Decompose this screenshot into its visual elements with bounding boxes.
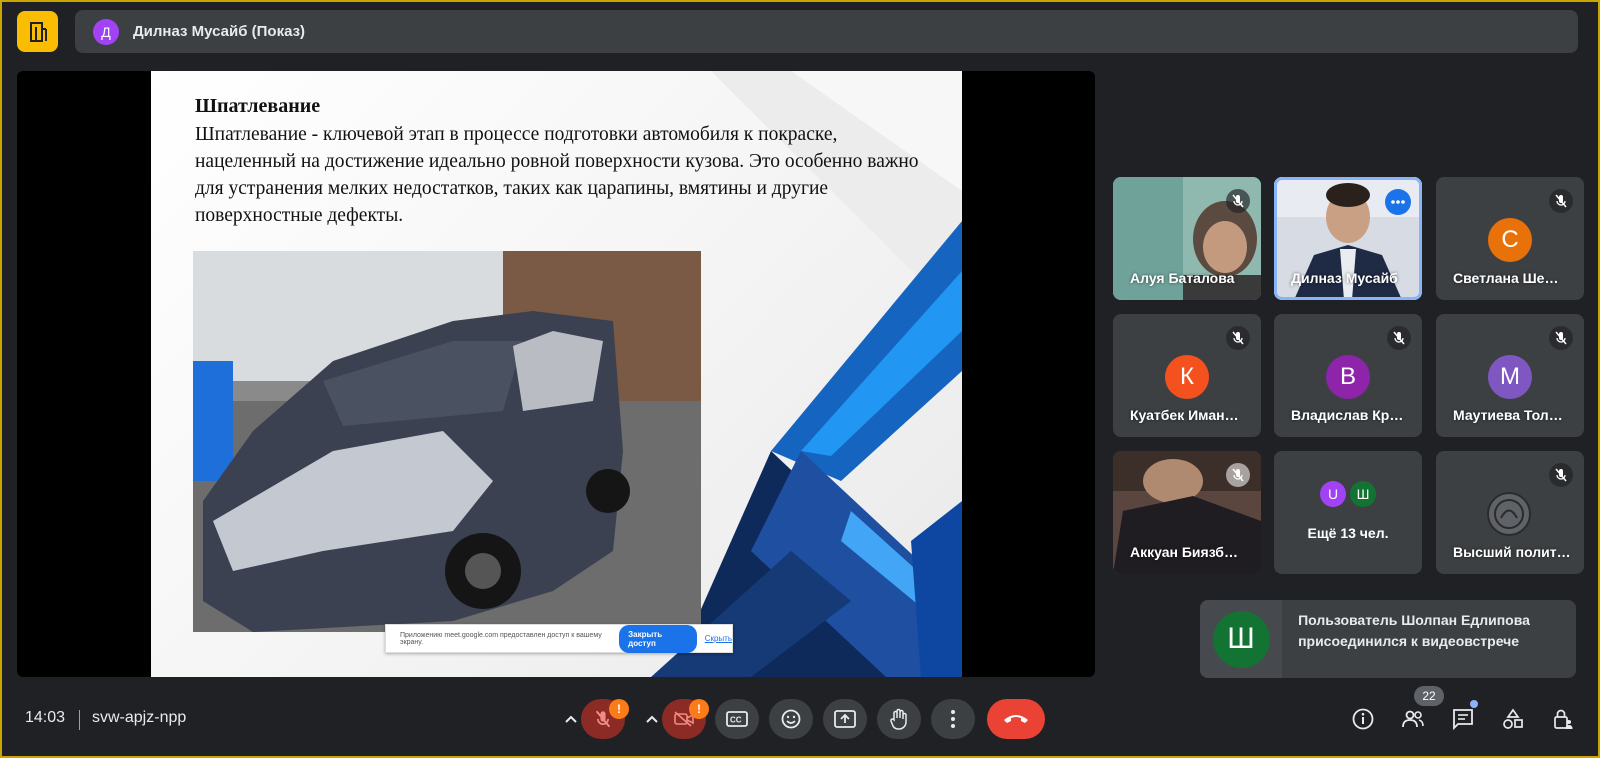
notification-avatar: Ш (1212, 610, 1270, 668)
building-icon (29, 21, 47, 42)
participant-count-badge: 22 (1414, 686, 1444, 706)
presenter-label: Дилназ Мусайб (Показ) (133, 23, 306, 40)
participant-name: Аккуан Биязб… (1130, 544, 1238, 560)
more-participants-avatars: U Ш (1274, 481, 1422, 507)
participant-mini-avatar: Ш (1350, 481, 1376, 507)
more-participants-tile[interactable]: U Ш Ещё 13 чел. (1274, 451, 1422, 574)
presentation-stage: Шпатлевание Шпатлевание - ключевой этап … (17, 71, 1095, 677)
slide-title: Шпатлевание (195, 95, 321, 117)
share-notice-text: Приложению meet.google.com предоставлен … (400, 631, 602, 646)
emoji-icon (781, 709, 801, 729)
mic-off-icon (1549, 326, 1573, 350)
participant-avatar: В (1326, 355, 1370, 399)
chat-icon (1453, 709, 1473, 730)
hide-notice-link[interactable]: Скрыть (705, 634, 732, 643)
more-options-icon[interactable] (1385, 189, 1411, 215)
slide-body: Шпатлевание - ключевой этап в процессе п… (195, 124, 919, 226)
present-screen-button[interactable] (823, 699, 867, 739)
mic-off-icon (1387, 326, 1411, 350)
camera-warning-badge: ! (689, 699, 709, 719)
more-options-button[interactable] (931, 699, 975, 739)
participant-name: Маутиева Тол… (1453, 407, 1563, 423)
closed-captions-icon: CC (726, 711, 748, 727)
participant-tile[interactable]: С Светлана Ше… (1436, 177, 1584, 300)
join-notification: Ш Пользователь Шолпан Едлипова присоедин… (1200, 600, 1576, 678)
people-button[interactable] (1398, 704, 1428, 734)
presenter-avatar: Д (93, 18, 119, 45)
institution-logo-icon (1487, 492, 1531, 536)
chat-notification-dot (1470, 700, 1478, 708)
mic-off-icon (1226, 326, 1250, 350)
participant-name: Куатбек Иман… (1130, 407, 1239, 423)
hand-icon (890, 708, 907, 730)
end-call-icon (1004, 715, 1028, 723)
screen-share-notice: Приложению meet.google.com предоставлен … (385, 624, 733, 653)
more-vert-icon (951, 710, 955, 728)
participant-tile[interactable]: М Маутиева Тол… (1436, 314, 1584, 437)
notification-message: Пользователь Шолпан Едлипова присоединил… (1298, 612, 1530, 649)
meeting-info-button[interactable] (1348, 704, 1378, 734)
participant-avatar: К (1165, 355, 1209, 399)
car-photo (193, 251, 701, 632)
mic-off-icon (1549, 463, 1573, 487)
notification-avatar-panel: Ш (1200, 600, 1283, 678)
chat-button[interactable] (1448, 704, 1478, 734)
more-participants-label: Ещё 13 чел. (1307, 525, 1389, 541)
participant-avatar: С (1488, 218, 1532, 262)
lock-person-icon (1554, 709, 1573, 729)
meeting-code: svw-apjz-npp (92, 709, 187, 726)
participant-name: Владислав Кр… (1291, 407, 1404, 423)
people-icon (1402, 710, 1424, 728)
participant-tile[interactable]: Высший полит… (1436, 451, 1584, 574)
chevron-up-icon (646, 715, 658, 723)
mic-off-icon (1549, 189, 1573, 213)
leave-call-button[interactable] (987, 699, 1045, 739)
activities-button[interactable] (1498, 704, 1528, 734)
participant-name: Светлана Ше… (1453, 270, 1559, 286)
participant-tile[interactable]: Алуя Баталова (1113, 177, 1261, 300)
info-icon (1352, 708, 1374, 730)
stop-sharing-button[interactable]: Закрыть доступ (619, 624, 697, 653)
mic-warning-badge: ! (609, 699, 629, 719)
host-controls-button[interactable] (1548, 704, 1578, 734)
participant-tile[interactable]: В Владислав Кр… (1274, 314, 1422, 437)
participant-mini-avatar: U (1320, 481, 1346, 507)
reactions-button[interactable] (769, 699, 813, 739)
captions-button[interactable]: CC (715, 699, 759, 739)
svg-text:CC: CC (730, 716, 742, 725)
participant-name: Алуя Баталова (1130, 270, 1235, 286)
divider (79, 710, 80, 730)
participant-tile[interactable]: К Куатбек Иман… (1113, 314, 1261, 437)
mic-off-icon (1226, 189, 1250, 213)
slide: Шпатлевание Шпатлевание - ключевой этап … (151, 71, 962, 677)
present-icon (834, 710, 856, 728)
participant-name: Дилназ Мусайб (1291, 270, 1398, 286)
clock: 14:03 (25, 709, 66, 726)
raise-hand-button[interactable] (877, 699, 921, 739)
meeting-details-button[interactable] (17, 11, 58, 52)
participant-name: Высший полит… (1453, 544, 1571, 560)
participant-tile[interactable]: Аккуан Биязб… (1113, 451, 1261, 574)
presenter-bar[interactable]: Д Дилназ Мусайб (Показ) (75, 10, 1578, 53)
mic-off-icon (1226, 463, 1250, 487)
shapes-icon (1503, 708, 1523, 729)
participant-avatar: М (1488, 355, 1532, 399)
chevron-up-icon (565, 715, 577, 723)
participant-tile-active[interactable]: Дилназ Мусайб (1274, 177, 1422, 300)
